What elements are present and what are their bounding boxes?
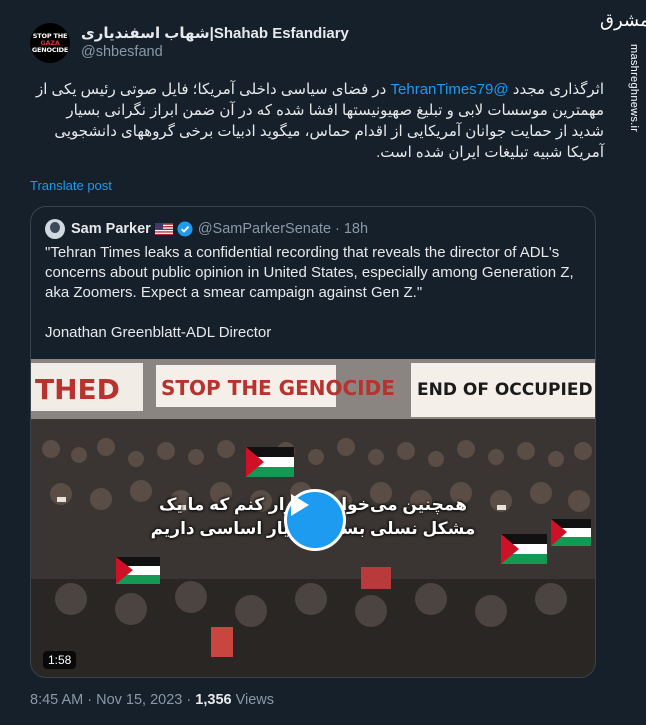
tweet-mention-link[interactable]: @TehranTimes79: [391, 81, 509, 98]
play-button[interactable]: [284, 489, 346, 551]
meta-dot-1: ·: [87, 692, 93, 708]
quoted-avatar[interactable]: [45, 219, 65, 239]
author-handle[interactable]: @shbesfand: [81, 44, 163, 60]
avatar-text-3: GENOCIDE: [31, 45, 69, 54]
tweet-text: اثرگذاری مجدد @TehranTimes79 در فضای سیا…: [30, 79, 604, 163]
banner-occupied-text: END OF OCCUPIED: [417, 380, 593, 400]
author-name-persian: شهاب اسفندیاری: [81, 25, 210, 42]
banner-left-partial-text: THED: [35, 373, 120, 406]
quoted-text: "Tehran Times leaks a confidential recor…: [45, 243, 585, 343]
views-count: 1,356: [195, 692, 232, 708]
quoted-quote: "Tehran Times leaks a confidential recor…: [45, 244, 574, 301]
meta-dot-2: ·: [186, 692, 192, 708]
us-flag-icon: [154, 223, 173, 235]
watermark-site: mashreghnews.ir: [628, 44, 640, 133]
author-name-latin: Shahab Esfandiary: [213, 25, 349, 42]
tweet-meta: 8:45 AM · Nov 15, 2023 · 1,356 Views: [30, 692, 274, 708]
tweet-text-start: اثرگذاری مجدد: [512, 81, 604, 98]
flag-palestine-2: [116, 557, 160, 584]
quoted-tweet-card[interactable]: Sam Parker @SamParkerSenate · 18h "Tehra…: [30, 206, 596, 678]
post-time[interactable]: 8:45 AM: [30, 692, 83, 708]
verified-badge-icon: [177, 221, 193, 237]
quoted-signature: Jonathan Greenblatt-ADL Director: [45, 324, 272, 341]
translate-post-link[interactable]: Translate post: [30, 178, 112, 193]
views-label: Views: [235, 692, 275, 708]
video-duration: 1:58: [43, 651, 77, 669]
author-name[interactable]: شهاب اسفندیاری|Shahab Esfandiary: [81, 24, 349, 42]
quoted-handle[interactable]: @SamParkerSenate: [198, 221, 331, 237]
flag-palestine-1: [246, 447, 294, 477]
quoted-dot: ·: [335, 221, 340, 237]
quoted-time[interactable]: 18h: [344, 221, 368, 237]
post-date[interactable]: Nov 15, 2023: [96, 692, 182, 708]
video-player[interactable]: THED STOP THE GENOCIDE END OF OCCUPIED ه…: [31, 359, 595, 677]
watermark-logo: مشرق: [600, 10, 646, 31]
quoted-author-name[interactable]: Sam Parker: [71, 221, 151, 237]
banner-stop-genocide-text: STOP THE GENOCIDE: [161, 376, 395, 400]
author-avatar[interactable]: STOP THE GAZA GENOCIDE: [30, 23, 70, 63]
quoted-header: Sam Parker @SamParkerSenate · 18h: [45, 219, 368, 239]
play-icon: [291, 494, 309, 516]
